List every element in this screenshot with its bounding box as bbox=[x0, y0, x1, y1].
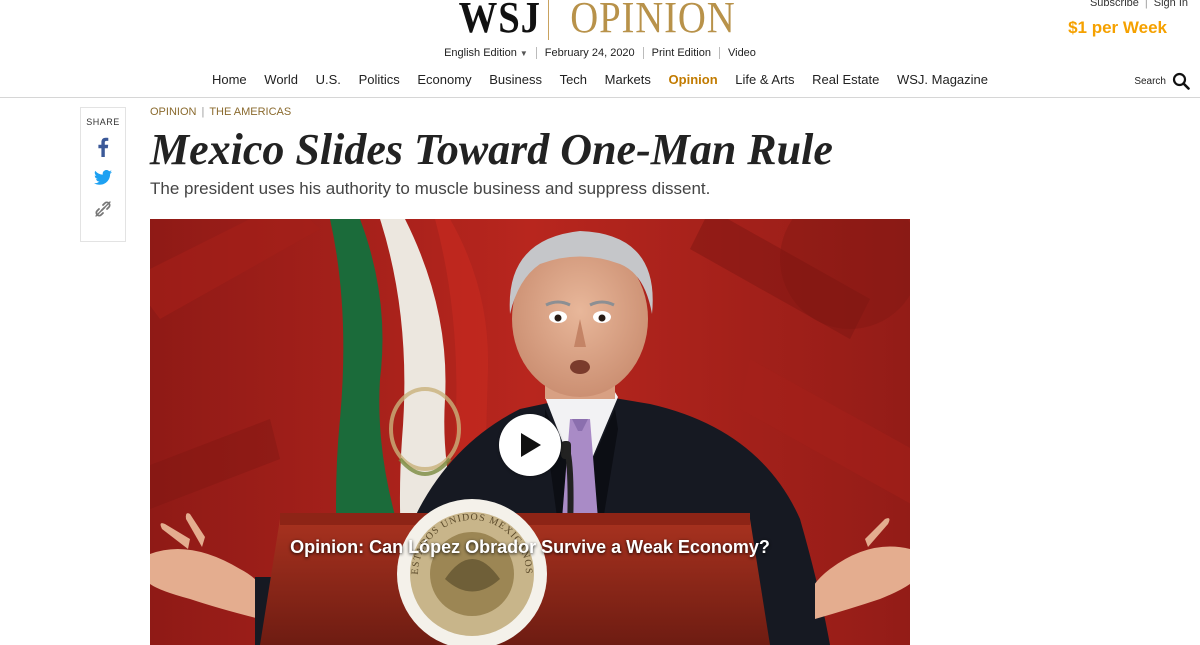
edition-select[interactable]: English Edition ▼ bbox=[444, 47, 528, 59]
edition-label: English Edition bbox=[444, 47, 517, 59]
nav-item-life-arts[interactable]: Life & Arts bbox=[735, 72, 794, 87]
nav-item-tech[interactable]: Tech bbox=[560, 72, 587, 87]
nav-item-wsj-magazine[interactable]: WSJ. Magazine bbox=[897, 72, 988, 87]
play-icon bbox=[521, 433, 541, 457]
wsj-logo[interactable]: WSJ bbox=[458, 0, 540, 43]
search-button[interactable]: Search bbox=[1134, 72, 1190, 90]
nav-divider bbox=[0, 97, 1200, 98]
masthead-divider bbox=[548, 0, 550, 40]
search-icon bbox=[1172, 72, 1190, 90]
divider: | bbox=[201, 106, 205, 118]
kicker-topic-link[interactable]: THE AMERICAS bbox=[209, 106, 291, 118]
masthead: WSJ OPINION bbox=[0, 0, 1200, 43]
article-dek: The president uses his authority to musc… bbox=[150, 179, 711, 198]
nav-item-us[interactable]: U.S. bbox=[316, 72, 341, 87]
article-kicker: OPINION | THE AMERICAS bbox=[150, 106, 291, 118]
link-icon[interactable] bbox=[94, 200, 112, 218]
nav-item-markets[interactable]: Markets bbox=[605, 72, 651, 87]
divider bbox=[642, 47, 644, 60]
play-button[interactable] bbox=[499, 414, 561, 476]
nav-item-home[interactable]: Home bbox=[212, 72, 247, 87]
main-nav: Home World U.S. Politics Economy Busines… bbox=[0, 72, 1200, 87]
twitter-icon[interactable] bbox=[94, 170, 112, 185]
search-label: Search bbox=[1134, 75, 1166, 87]
divider bbox=[535, 47, 537, 60]
nav-item-economy[interactable]: Economy bbox=[417, 72, 471, 87]
video-caption[interactable]: Opinion: Can López Obrador Survive a Wea… bbox=[150, 537, 910, 558]
caret-down-icon: ▼ bbox=[519, 49, 528, 58]
article-headline: Mexico Slides Toward One-Man Rule bbox=[150, 125, 833, 174]
facebook-icon[interactable] bbox=[97, 137, 109, 157]
video-player[interactable]: ESTADOS UNIDOS MEXICANOS bbox=[150, 219, 910, 645]
nav-item-real-estate[interactable]: Real Estate bbox=[812, 72, 879, 87]
share-label: SHARE bbox=[86, 117, 120, 127]
nav-item-politics[interactable]: Politics bbox=[359, 72, 400, 87]
nav-item-business[interactable]: Business bbox=[489, 72, 542, 87]
divider bbox=[718, 47, 720, 60]
edition-bar: English Edition ▼ February 24, 2020 Print E… bbox=[0, 47, 1200, 60]
issue-date: February 24, 2020 bbox=[544, 47, 635, 59]
nav-item-opinion[interactable]: Opinion bbox=[669, 72, 718, 87]
share-panel: SHARE bbox=[80, 107, 126, 242]
section-title[interactable]: OPINION bbox=[571, 0, 736, 43]
video-link[interactable]: Video bbox=[728, 47, 756, 59]
print-edition-link[interactable]: Print Edition bbox=[652, 47, 711, 59]
kicker-section-link[interactable]: OPINION bbox=[150, 106, 196, 118]
nav-item-world[interactable]: World bbox=[264, 72, 298, 87]
